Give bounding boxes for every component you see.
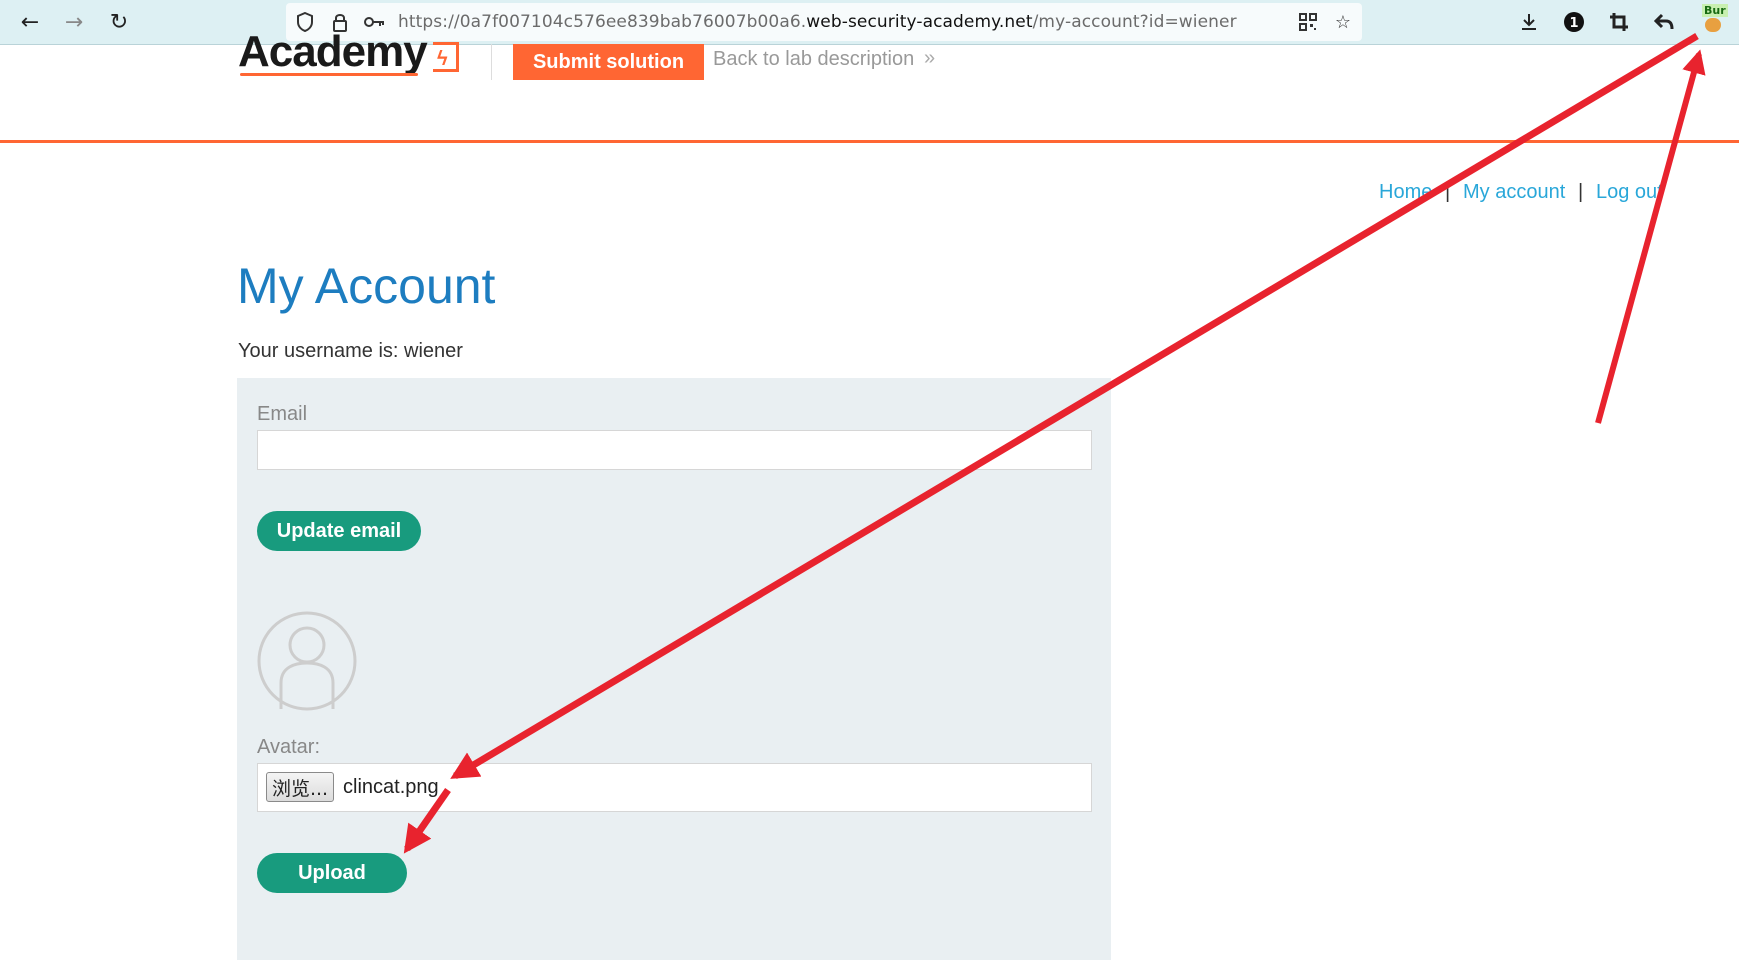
page-title: My Account xyxy=(237,258,496,314)
email-label: Email xyxy=(257,403,308,425)
submit-solution-button[interactable]: Submit solution xyxy=(513,44,704,80)
nav-my-account-link[interactable]: My account xyxy=(1463,181,1565,204)
crop-icon[interactable] xyxy=(1603,6,1635,38)
logo-underline xyxy=(240,73,418,76)
nav-home-link[interactable]: Home xyxy=(1379,181,1432,204)
logo-mark-icon: ϟ xyxy=(433,42,459,72)
avatar-file-input[interactable]: 浏览... clincat.png xyxy=(257,763,1092,812)
extension-body xyxy=(1705,18,1721,32)
url-text[interactable]: https://0a7f007104c576ee839bab76007b00a6… xyxy=(398,12,1237,32)
header-rule xyxy=(0,140,1739,143)
nav-separator: | xyxy=(1578,181,1584,203)
update-email-button[interactable]: Update email xyxy=(257,511,421,551)
back-to-lab-link[interactable]: Back to lab description xyxy=(713,48,914,71)
reload-icon[interactable]: ↻ xyxy=(103,6,135,38)
password-manager-icon[interactable]: 1 xyxy=(1558,6,1590,38)
nav-log-out-link[interactable]: Log out xyxy=(1596,181,1663,204)
burp-extension-icon[interactable]: Bur xyxy=(1700,4,1728,34)
avatar-label: Avatar: xyxy=(257,736,320,758)
avatar-placeholder-icon xyxy=(257,611,357,711)
selected-file-name: clincat.png xyxy=(343,776,439,798)
header-divider xyxy=(491,44,492,80)
upload-button[interactable]: Upload xyxy=(257,853,407,893)
svg-text:1: 1 xyxy=(1569,16,1578,31)
academy-logo[interactable]: Academy xyxy=(238,30,428,74)
url-path: /my-account?id=wiener xyxy=(1032,12,1237,32)
download-icon[interactable] xyxy=(1513,6,1545,38)
username-text: Your username is: wiener xyxy=(238,340,463,362)
nav-separator: | xyxy=(1445,181,1451,203)
qr-code-icon[interactable] xyxy=(1297,11,1319,33)
undo-arrow-icon[interactable] xyxy=(1648,6,1680,38)
address-bar[interactable]: https://0a7f007104c576ee839bab76007b00a6… xyxy=(286,3,1362,41)
email-input[interactable] xyxy=(257,430,1092,470)
url-domain: web-security-academy.net xyxy=(806,12,1033,32)
double-chevron-icon: » xyxy=(924,47,936,69)
extension-badge: Bur xyxy=(1702,4,1728,17)
url-prefix: https://0a7f007104c576ee839bab76007b00a6… xyxy=(398,12,807,32)
back-arrow-icon[interactable]: ← xyxy=(14,6,46,38)
forward-arrow-icon[interactable]: → xyxy=(58,6,90,38)
browse-button[interactable]: 浏览... xyxy=(266,772,334,802)
bookmark-star-icon[interactable]: ☆ xyxy=(1332,11,1354,33)
arrow-to-extension xyxy=(1595,49,1706,424)
